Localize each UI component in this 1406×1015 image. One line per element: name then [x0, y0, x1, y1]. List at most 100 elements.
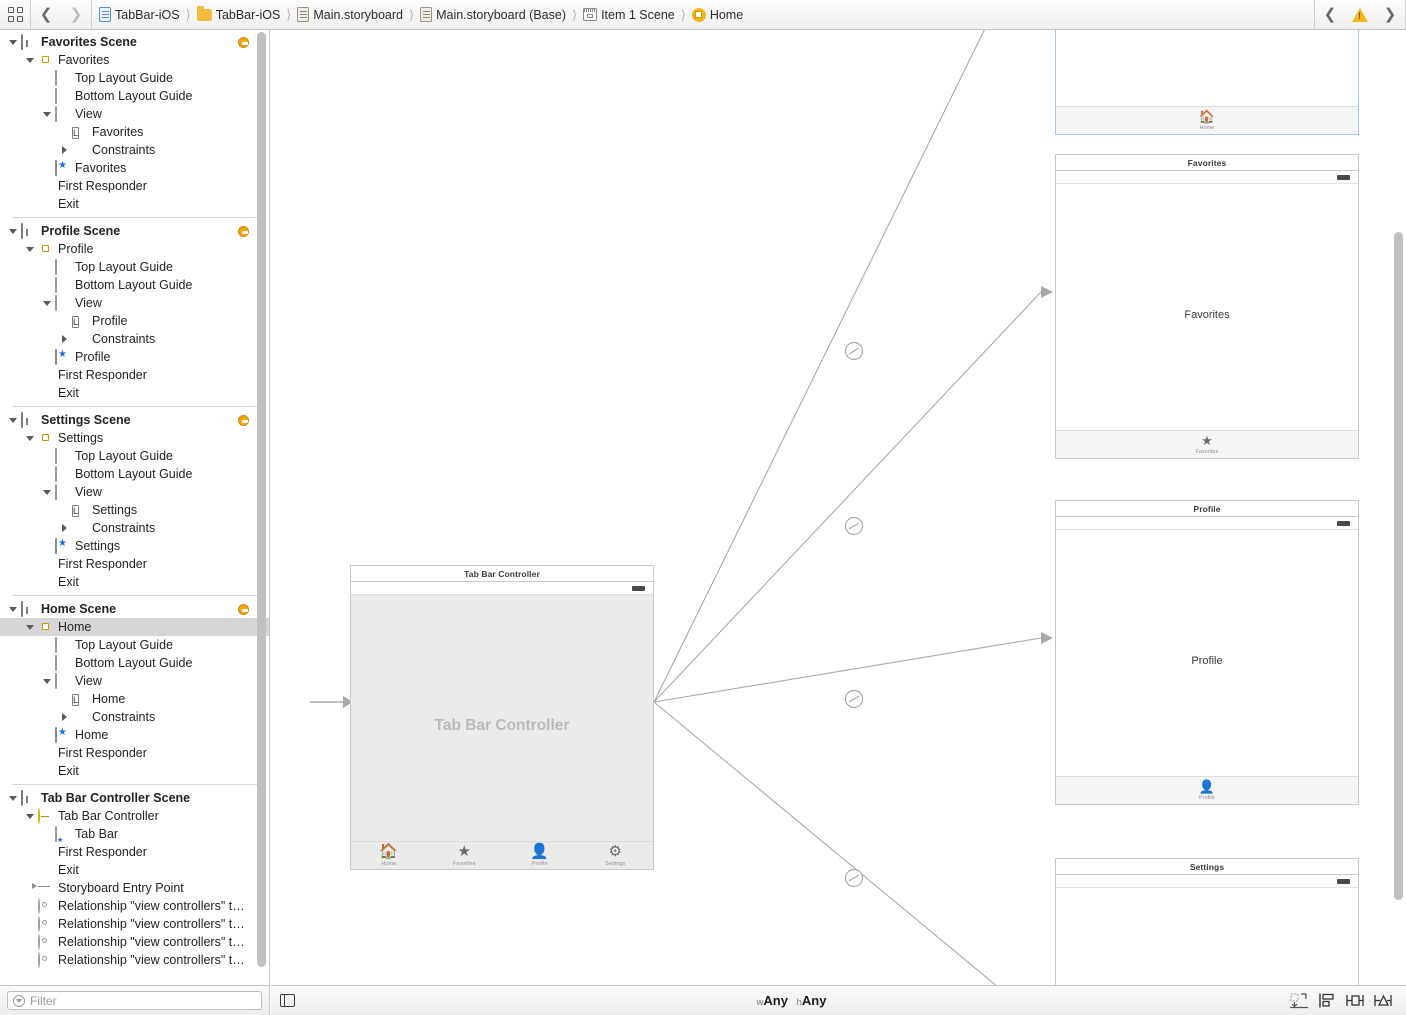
chevron-down-icon[interactable] — [42, 109, 53, 120]
scene-card-profile[interactable]: Profile Profile 👤 Profile — [1055, 500, 1359, 805]
outline-row[interactable]: View — [0, 672, 269, 690]
left-panel-toggle-icon[interactable] — [280, 994, 295, 1007]
scene-card-body[interactable]: Favorites ★ Favorites — [1055, 171, 1359, 459]
outline-row[interactable]: Top Layout Guide — [0, 258, 269, 276]
chevron-down-icon[interactable] — [42, 298, 53, 309]
scene-card-tab-bar-controller[interactable]: Tab Bar Controller Tab Bar Controller 🏠 … — [350, 565, 654, 870]
storyboard-canvas[interactable]: Tab Bar Controller Tab Bar Controller 🏠 … — [271, 30, 1406, 985]
breadcrumb-item-storyboard[interactable]: Main.storyboard — [297, 0, 403, 29]
outline-row[interactable]: Exit — [0, 762, 269, 780]
tab-bar-item-profile[interactable]: 👤 Profile — [502, 844, 578, 867]
chevron-right-icon[interactable] — [59, 712, 70, 723]
tab-bar-item-home[interactable]: 🏠 Home — [1056, 110, 1358, 131]
outline-row[interactable]: View — [0, 483, 269, 501]
outline-scrollbar[interactable] — [257, 32, 266, 972]
resolve-auto-layout-issues-icon[interactable] — [1288, 992, 1310, 1009]
scene-card-body[interactable]: 🏠 Home — [1055, 30, 1359, 135]
outline-row[interactable]: Home — [0, 618, 269, 636]
outline-row[interactable]: Bottom Layout Guide — [0, 87, 269, 105]
next-issue-button[interactable]: ❯ — [1375, 0, 1405, 29]
tab-bar-item-profile[interactable]: 👤 Profile — [1056, 780, 1358, 801]
tab-bar-item-favorites[interactable]: ★ Favorites — [1056, 434, 1358, 455]
outline-row[interactable]: Bottom Layout Guide — [0, 276, 269, 294]
chevron-down-icon[interactable] — [8, 37, 19, 48]
outline-row[interactable]: View — [0, 105, 269, 123]
outline-row[interactable]: First Responder — [0, 366, 269, 384]
canvas-scrollbar[interactable] — [1394, 34, 1403, 980]
outline-row[interactable]: L Profile — [0, 312, 269, 330]
outline-row[interactable]: Bottom Layout Guide — [0, 465, 269, 483]
outline-row[interactable]: Favorites — [0, 51, 269, 69]
outline-row[interactable]: Tab Bar Controller — [0, 807, 269, 825]
outline-row[interactable]: L Favorites — [0, 123, 269, 141]
chevron-right-icon[interactable] — [59, 523, 70, 534]
chevron-down-icon[interactable] — [25, 811, 36, 822]
outline-row[interactable]: First Responder — [0, 843, 269, 861]
align-icon[interactable] — [1344, 992, 1366, 1009]
chevron-down-icon[interactable] — [42, 487, 53, 498]
tab-bar[interactable]: 🏠 Home — [1056, 106, 1358, 134]
outline-row[interactable]: L Home — [0, 690, 269, 708]
outline-row[interactable]: Top Layout Guide — [0, 447, 269, 465]
breadcrumb-item-view-controller[interactable]: Home — [691, 0, 743, 29]
chevron-down-icon[interactable] — [8, 415, 19, 426]
chevron-right-icon[interactable] — [59, 145, 70, 156]
forward-button[interactable]: ❯ — [61, 0, 91, 29]
outline-row[interactable]: First Responder — [0, 177, 269, 195]
outline-row[interactable]: Settings — [0, 429, 269, 447]
tab-bar-item-home[interactable]: 🏠 Home — [351, 844, 427, 867]
size-class-button[interactable]: wAny hAny — [757, 993, 827, 1008]
outline-row[interactable]: Favorites Scene — [0, 33, 269, 51]
outline-row[interactable]: Profile — [0, 348, 269, 366]
scene-card-favorites[interactable]: Favorites Favorites ★ Favorites — [1055, 154, 1359, 459]
outline-row[interactable]: First Responder — [0, 744, 269, 762]
related-items-button[interactable] — [0, 0, 30, 29]
scene-entry-badge[interactable] — [238, 414, 249, 426]
breadcrumb-item-storyboard-base[interactable]: Main.storyboard (Base) — [420, 0, 566, 29]
outline-row[interactable]: Constraints — [0, 141, 269, 159]
chevron-down-icon[interactable] — [25, 433, 36, 444]
outline-row[interactable]: Home — [0, 726, 269, 744]
tab-bar-item-settings[interactable]: ⚙ Settings — [578, 844, 654, 867]
outline-row[interactable]: Home Scene — [0, 600, 269, 618]
scene-entry-badge[interactable] — [238, 603, 249, 615]
scene-card-home[interactable]: Home 🏠 Home — [1055, 30, 1359, 135]
issue-indicator[interactable] — [1345, 0, 1375, 29]
outline-row[interactable]: Relationship "view controllers" t… — [0, 951, 269, 969]
outline-row[interactable]: Storyboard Entry Point — [0, 879, 269, 897]
scene-entry-badge[interactable] — [238, 225, 249, 237]
scene-card-body[interactable] — [1055, 875, 1359, 985]
outline-row[interactable]: Relationship "view controllers" t… — [0, 897, 269, 915]
previous-issue-button[interactable]: ❮ — [1315, 0, 1345, 29]
pin-icon[interactable] — [1316, 992, 1338, 1009]
tab-bar-item-favorites[interactable]: ★ Favorites — [427, 844, 503, 867]
outline-row[interactable]: First Responder — [0, 555, 269, 573]
outline-row[interactable]: Settings Scene — [0, 411, 269, 429]
back-button[interactable]: ❮ — [31, 0, 61, 29]
scene-entry-badge[interactable] — [238, 36, 249, 48]
outline-row[interactable]: Exit — [0, 384, 269, 402]
outline-row[interactable]: Constraints — [0, 330, 269, 348]
tab-bar[interactable]: 👤 Profile — [1056, 776, 1358, 804]
outline-row[interactable]: Tab Bar Controller Scene — [0, 789, 269, 807]
outline-row[interactable]: L Settings — [0, 501, 269, 519]
outline-row[interactable]: Top Layout Guide — [0, 69, 269, 87]
document-outline-panel[interactable]: Favorites Scene Favorites Top Layout Guide… — [0, 30, 270, 985]
outline-row[interactable]: Exit — [0, 195, 269, 213]
outline-row[interactable]: Relationship "view controllers" t… — [0, 915, 269, 933]
filter-input[interactable]: Filter — [7, 991, 262, 1010]
chevron-down-icon[interactable] — [25, 622, 36, 633]
outline-row[interactable]: Favorites — [0, 159, 269, 177]
outline-scrollbar-thumb[interactable] — [257, 32, 266, 967]
outline-row[interactable]: Profile Scene — [0, 222, 269, 240]
tab-bar[interactable]: ★ Favorites — [1056, 430, 1358, 458]
outline-row[interactable]: Constraints — [0, 519, 269, 537]
chevron-down-icon[interactable] — [8, 793, 19, 804]
outline-row[interactable]: Top Layout Guide — [0, 636, 269, 654]
breadcrumb-item-group[interactable]: TabBar-iOS — [196, 0, 280, 29]
chevron-down-icon[interactable] — [25, 55, 36, 66]
scene-card-body[interactable]: Profile 👤 Profile — [1055, 517, 1359, 805]
scene-card-body[interactable]: Tab Bar Controller 🏠 Home ★ Favorites 👤 … — [350, 582, 654, 870]
resize-behavior-icon[interactable] — [1372, 992, 1394, 1009]
chevron-right-icon[interactable] — [59, 334, 70, 345]
